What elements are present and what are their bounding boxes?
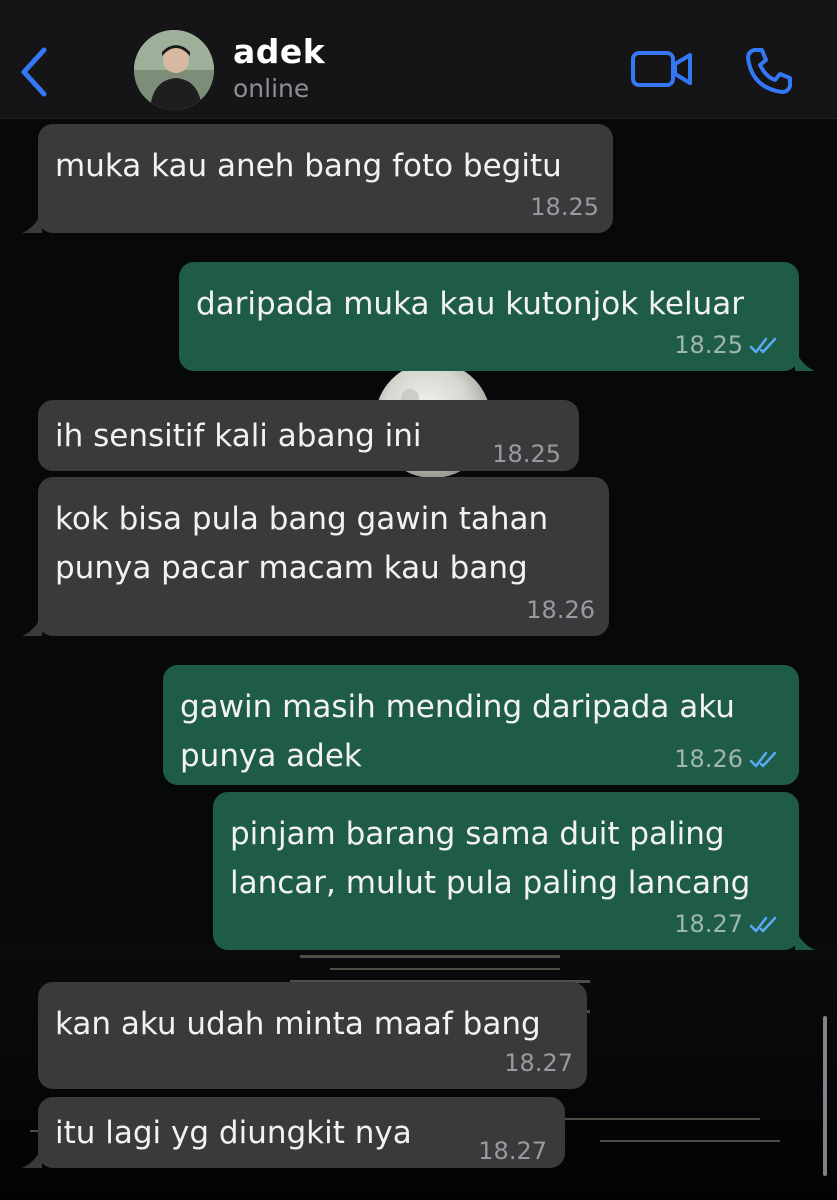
back-button[interactable] xyxy=(14,40,54,100)
message-bubble-outgoing[interactable]: daripada muka kau kutonjok keluar 18.25 xyxy=(179,262,815,371)
message-time: 18.26 xyxy=(526,596,595,624)
avatar-photo xyxy=(134,30,214,110)
message-meta: 18.26 xyxy=(674,745,779,773)
bubble-tail xyxy=(795,349,815,371)
message-time: 18.25 xyxy=(492,440,561,468)
message-time: 18.27 xyxy=(478,1137,547,1165)
message-text: ih sensitif kali abang ini xyxy=(55,418,422,454)
contact-name[interactable]: adek xyxy=(233,32,325,71)
bubble-tail xyxy=(22,614,42,636)
message-text: itu lagi yg diungkit nya xyxy=(55,1115,412,1151)
double-check-read-icon xyxy=(749,337,777,354)
phone-icon xyxy=(746,48,792,94)
video-call-button[interactable] xyxy=(630,48,694,90)
bubble-tail xyxy=(22,211,42,233)
message-meta: 18.27 xyxy=(674,910,779,938)
message-time: 18.26 xyxy=(674,745,743,773)
message-time: 18.25 xyxy=(674,331,743,359)
message-text: kok bisa pula bang gawin tahan punya pac… xyxy=(55,501,549,586)
voice-call-button[interactable] xyxy=(742,44,796,98)
message-text: daripada muka kau kutonjok keluar xyxy=(196,286,744,322)
message-bubble-incoming[interactable]: ih sensitif kali abang ini 18.25 xyxy=(38,400,579,471)
message-bubble-incoming[interactable]: kan aku udah minta maaf bang 18.27 xyxy=(38,982,587,1089)
message-text: muka kau aneh bang foto begitu xyxy=(55,148,562,184)
message-bubble-outgoing[interactable]: pinjam barang sama duit paling lancar, m… xyxy=(213,792,815,950)
message-bubble-incoming[interactable]: muka kau aneh bang foto begitu 18.25 xyxy=(22,124,613,233)
bubble-tail xyxy=(22,1146,42,1168)
bubble-tail xyxy=(795,928,815,950)
double-check-read-icon xyxy=(749,751,777,768)
message-text: kan aku udah minta maaf bang xyxy=(55,1006,541,1042)
message-meta: 18.25 xyxy=(674,331,779,359)
message-bubble-incoming[interactable]: itu lagi yg diungkit nya 18.27 xyxy=(22,1097,565,1168)
double-check-read-icon xyxy=(749,916,777,933)
message-text: pinjam barang sama duit paling lancar, m… xyxy=(230,816,751,901)
contact-avatar[interactable] xyxy=(134,30,214,110)
contact-status: online xyxy=(233,74,310,103)
message-time: 18.25 xyxy=(530,193,599,221)
chat-scrollbar[interactable] xyxy=(823,1016,827,1176)
chevron-left-icon xyxy=(21,47,47,97)
message-bubble-incoming[interactable]: kok bisa pula bang gawin tahan punya pac… xyxy=(22,477,609,636)
message-bubble-outgoing[interactable]: gawin masih mending daripada aku punya a… xyxy=(163,665,799,785)
message-time: 18.27 xyxy=(504,1049,573,1077)
video-camera-icon xyxy=(631,51,692,87)
chat-header: adek online xyxy=(0,0,837,119)
message-time: 18.27 xyxy=(674,910,743,938)
